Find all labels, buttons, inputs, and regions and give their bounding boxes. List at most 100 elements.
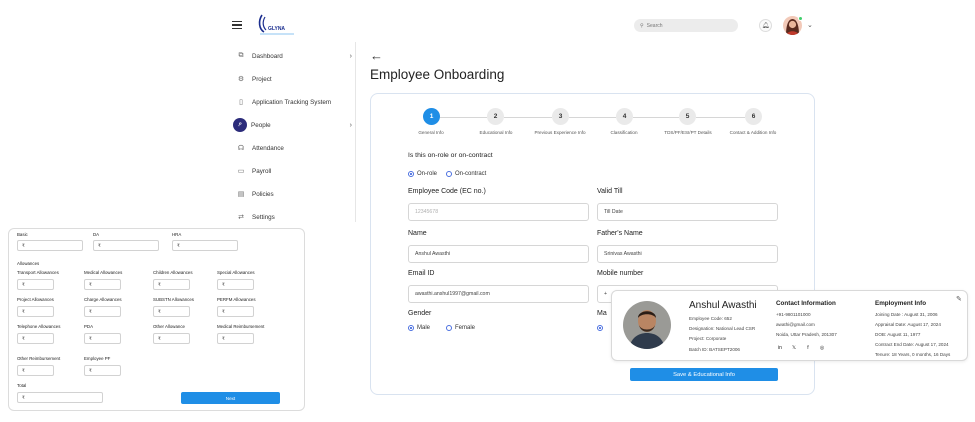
project-icon: ⚙︎	[237, 76, 245, 83]
employee-pf-input[interactable]: ₹	[84, 365, 121, 376]
instagram-icon[interactable]: ◎	[819, 345, 825, 351]
sidebar-item-attendance[interactable]: ☊ Attendance	[221, 138, 356, 158]
sidebar-item-people[interactable]: ዖ People ›	[221, 115, 356, 135]
back-arrow-icon[interactable]: ←	[370, 48, 383, 63]
pda-label: PDA	[84, 324, 94, 329]
role-question: Is this on-role or on-contract	[408, 152, 493, 159]
contract-end-date: Contract End Date: August 17, 2024	[875, 342, 949, 347]
special-allowance-input[interactable]: ₹	[217, 279, 254, 290]
email-label: Email ID	[408, 270, 435, 277]
radio-selected-icon	[408, 325, 414, 331]
stepper-connector	[569, 117, 616, 118]
attendance-icon: ☊	[237, 145, 245, 152]
stepper-connector	[633, 117, 679, 118]
total-input[interactable]: ₹	[17, 392, 103, 403]
hra-input[interactable]: ₹	[172, 240, 238, 251]
step-1[interactable]: 1	[423, 108, 440, 125]
perfm-allowance-input[interactable]: ₹	[217, 306, 254, 317]
employee-code: Employee Code: 652	[689, 316, 732, 321]
radio-female[interactable]: Female	[446, 325, 475, 331]
project-allowance-input[interactable]: ₹	[17, 306, 54, 317]
contact-info-heading: Contact Information	[776, 300, 836, 307]
step-5[interactable]: 5	[679, 108, 696, 125]
document-icon: ▯	[239, 99, 243, 106]
online-status-indicator	[798, 16, 803, 21]
employee-pf-label: Employee PF	[84, 356, 111, 361]
date-of-birth: DOB: August 11, 1977	[875, 332, 921, 337]
transport-allowance-input[interactable]: ₹	[17, 279, 54, 290]
step-2[interactable]: 2	[487, 108, 504, 125]
people-icon: ዖ	[233, 118, 247, 132]
other-reimbursement-input[interactable]: ₹	[17, 365, 54, 376]
sidebar-item-ats[interactable]: ▯ Application Tracking System	[221, 92, 356, 112]
medical-reimbursement-input[interactable]: ₹	[217, 333, 254, 344]
radio-selected-icon	[408, 171, 414, 177]
basic-input[interactable]: ₹	[17, 240, 83, 251]
medical-allowance-label: Medical Allowances	[84, 270, 123, 275]
contact-phone: +91-9801101000	[776, 312, 811, 317]
radio-marital[interactable]	[597, 325, 603, 331]
linkedin-icon[interactable]: in	[777, 345, 783, 351]
salary-structure-panel	[8, 228, 305, 411]
radio-selected-icon	[597, 325, 603, 331]
stepper-connector	[696, 117, 745, 118]
step-6[interactable]: 6	[745, 108, 762, 125]
stepper-connector	[440, 117, 487, 118]
basic-label: Basic	[17, 232, 28, 237]
sidebar-item-settings[interactable]: ⇄ Settings	[221, 207, 356, 227]
radio-male[interactable]: Male	[408, 325, 430, 331]
charge-allowance-input[interactable]: ₹	[84, 306, 121, 317]
other-allowance-label: Other Allowance	[153, 324, 185, 329]
hamburger-menu-icon[interactable]	[232, 21, 242, 30]
telephone-allowance-input[interactable]: ₹	[17, 333, 54, 344]
step-3[interactable]: 3	[552, 108, 569, 125]
father-name-label: Father's Name	[597, 230, 643, 237]
save-educational-info-button[interactable]: Save & Educational Info	[630, 368, 778, 381]
employee-photo	[623, 301, 671, 349]
step-label: General Info	[418, 130, 444, 135]
charge-allowance-label: Charge Allowances	[84, 297, 122, 302]
email-input[interactable]: awasthi.anshul1997@gmail.com	[408, 285, 589, 303]
perfm-allowance-label: PERFM Allowances	[217, 297, 256, 302]
sidebar-item-project[interactable]: ⚙︎ Project	[221, 69, 356, 89]
joining-date: Joining Date : August 31, 2006	[875, 312, 938, 317]
radio-on-role[interactable]: On-role	[408, 171, 437, 177]
twitter-icon[interactable]: 𝕏	[791, 345, 797, 351]
medical-reimbursement-label: Medical Reimbursement	[217, 324, 265, 329]
sidebar-item-payroll[interactable]: ▭ Payroll	[221, 161, 356, 181]
children-allowance-label: Children Allowances	[153, 270, 193, 275]
da-input[interactable]: ₹	[93, 240, 159, 251]
name-label: Name	[408, 230, 427, 237]
edit-pencil-icon[interactable]: ✎	[956, 295, 962, 303]
special-allowance-label: Special Allowances	[217, 270, 255, 275]
chevron-down-icon[interactable]: ⌄	[807, 21, 813, 29]
hra-label: HRA	[172, 232, 182, 237]
radio-on-contract[interactable]: On-contract	[446, 171, 486, 177]
chevron-right-icon: ›	[349, 52, 352, 60]
tenure: Tenure: 18 Years, 0 months, 16 Days	[875, 352, 951, 357]
substn-allowance-input[interactable]: ₹	[153, 306, 190, 317]
father-name-input[interactable]: Srinivas Awasthi	[597, 245, 778, 263]
sidebar-item-dashboard[interactable]: ⧉ Dashboard ›	[221, 46, 356, 66]
svg-text:GLYNA: GLYNA	[268, 26, 285, 32]
settings-icon: ⇄	[238, 214, 244, 221]
employment-info-heading: Employment Info	[875, 300, 927, 307]
notification-bell-icon[interactable]: 🔔︎	[759, 19, 772, 32]
chevron-right-icon: ›	[349, 121, 352, 129]
sidebar-item-policies[interactable]: ▤ Policies	[221, 184, 356, 204]
next-button[interactable]: Next	[181, 392, 280, 404]
name-input[interactable]: Anshul Awasthi	[408, 245, 589, 263]
medical-allowance-input[interactable]: ₹	[84, 279, 121, 290]
total-label: Total	[17, 383, 27, 388]
pda-input[interactable]: ₹	[84, 333, 121, 344]
da-label: DA	[93, 232, 100, 237]
facebook-icon[interactable]: f	[805, 345, 811, 351]
page-title: Employee Onboarding	[370, 67, 505, 82]
other-allowance-input[interactable]: ₹	[153, 333, 190, 344]
employee-code-input[interactable]: 12345678	[408, 203, 589, 221]
search-input[interactable]: ⚲ Search	[634, 19, 738, 32]
children-allowance-input[interactable]: ₹	[153, 279, 190, 290]
step-4[interactable]: 4	[616, 108, 633, 125]
valid-till-input[interactable]: Till Date	[597, 203, 778, 221]
step-label: Contact & Addition Info	[729, 130, 777, 135]
